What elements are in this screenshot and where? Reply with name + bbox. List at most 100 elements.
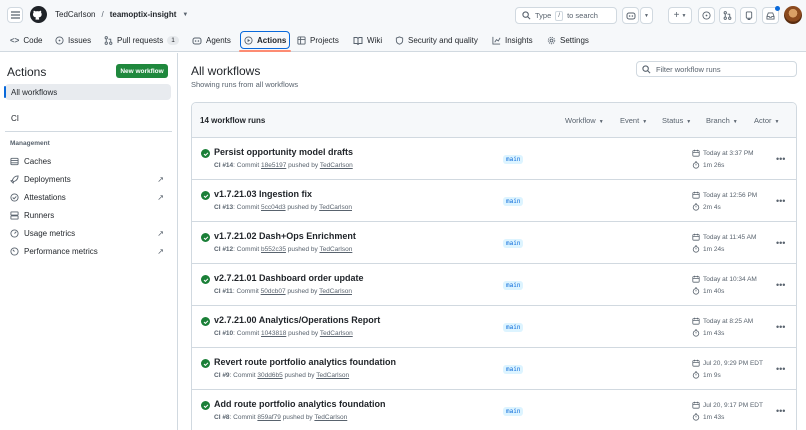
sidebar-item-attestations[interactable]: Attestations ↗	[10, 191, 166, 203]
commit-label: Commit	[236, 204, 260, 211]
global-search-input[interactable]: Type / to search	[515, 7, 617, 24]
external-link-icon: ↗	[157, 192, 164, 202]
actor-link[interactable]: TedCarlson	[319, 288, 352, 295]
status-filter-dropdown[interactable]: Status ▼	[662, 116, 691, 125]
run-title[interactable]: v1.7.21.03 Ingestion fix	[214, 189, 312, 199]
actor-link[interactable]: TedCarlson	[320, 330, 353, 337]
run-title[interactable]: v1.7.21.02 Dash+Ops Enrichment	[214, 231, 356, 241]
kebab-menu-icon[interactable]: •••	[776, 154, 785, 164]
branch-badge[interactable]: main	[503, 197, 524, 206]
run-meta: CI #8: Commit 859af79 pushed by TedCarls…	[214, 414, 348, 421]
commit-link[interactable]: 18e5197	[261, 162, 286, 169]
kebab-menu-icon[interactable]: •••	[776, 196, 785, 206]
kebab-menu-icon[interactable]: •••	[776, 322, 785, 332]
play-icon	[244, 35, 253, 45]
run-duration: 1m 9s	[692, 371, 721, 379]
run-number: #9	[222, 372, 230, 379]
branch-badge[interactable]: main	[503, 407, 524, 416]
tab-wiki[interactable]: Wiki	[350, 31, 385, 49]
tab-settings[interactable]: Settings	[544, 31, 592, 49]
run-duration: 1m 24s	[692, 245, 724, 253]
branch-badge[interactable]: main	[503, 323, 524, 332]
table-row[interactable]: Persist opportunity model drafts CI #14:…	[192, 138, 796, 180]
breadcrumb-owner[interactable]: TedCarlson	[55, 10, 95, 19]
filter-workflow-runs-input[interactable]: Filter workflow runs	[636, 61, 797, 77]
actor-link[interactable]: TedCarlson	[316, 372, 349, 379]
meter-icon	[10, 228, 19, 238]
tab-pull-requests[interactable]: Pull requests 1	[101, 31, 182, 49]
tab-insights[interactable]: Insights	[489, 31, 536, 49]
tab-agents[interactable]: Agents	[189, 31, 234, 49]
workflow-filter-dropdown[interactable]: Workflow ▼	[565, 116, 604, 125]
sidebar-item-label: Usage metrics	[24, 228, 76, 238]
kebab-menu-icon[interactable]: •••	[776, 280, 785, 290]
sidebar-item-usage-metrics[interactable]: Usage metrics ↗	[10, 227, 166, 239]
kebab-menu-icon[interactable]: •••	[776, 364, 785, 374]
table-row[interactable]: v1.7.21.02 Dash+Ops Enrichment CI #12: C…	[192, 222, 796, 264]
tab-label: Issues	[68, 35, 92, 45]
branch-badge[interactable]: main	[503, 239, 524, 248]
branch-badge[interactable]: main	[503, 281, 524, 290]
pull-request-count-badge: 1	[167, 35, 179, 45]
tab-actions[interactable]: Actions	[238, 31, 292, 52]
create-new-button[interactable]: + ▼	[668, 7, 692, 24]
search-prefix: Type	[535, 11, 552, 20]
pull-requests-button[interactable]	[719, 7, 736, 24]
actor-link[interactable]: TedCarlson	[314, 414, 347, 421]
kebab-menu-icon[interactable]: •••	[776, 238, 785, 248]
sidebar-item-all-workflows[interactable]: All workflows	[4, 84, 171, 100]
copilot-menu-button[interactable]: ▼	[640, 7, 653, 24]
commit-link[interactable]: 50dcb07	[261, 288, 286, 295]
actor-link[interactable]: TedCarlson	[320, 162, 353, 169]
sidebar-item-deployments[interactable]: Deployments ↗	[10, 173, 166, 185]
branch-badge[interactable]: main	[503, 365, 524, 374]
event-filter-dropdown[interactable]: Event ▼	[620, 116, 647, 125]
sidebar-item-runners[interactable]: Runners	[10, 209, 166, 221]
table-row[interactable]: v1.7.21.03 Ingestion fix CI #13: Commit …	[192, 180, 796, 222]
stopwatch-icon	[692, 413, 700, 421]
actor-link[interactable]: TedCarlson	[319, 204, 352, 211]
commit-link[interactable]: 1043818	[261, 330, 286, 337]
table-row[interactable]: v2.7.21.01 Dashboard order update CI #11…	[192, 264, 796, 306]
commit-link[interactable]: 859af79	[257, 414, 281, 421]
table-row[interactable]: Add route portfolio analytics foundation…	[192, 390, 796, 430]
run-title[interactable]: Revert route portfolio analytics foundat…	[214, 357, 396, 367]
chevron-down-icon[interactable]: ▼	[182, 12, 188, 18]
sidebar-item-performance-metrics[interactable]: Performance metrics ↗	[10, 245, 166, 257]
branch-filter-dropdown[interactable]: Branch ▼	[706, 116, 738, 125]
sidebar-item-caches[interactable]: Caches	[10, 155, 166, 167]
calendar-icon	[692, 401, 700, 409]
run-title[interactable]: v2.7.21.01 Dashboard order update	[214, 273, 364, 283]
workflow-name: CI	[214, 414, 221, 421]
inbox-icon	[766, 11, 775, 20]
issues-button[interactable]	[698, 7, 715, 24]
repositories-button[interactable]	[740, 7, 757, 24]
breadcrumb-repo[interactable]: teamoptix-insight	[110, 10, 177, 19]
run-title[interactable]: Persist opportunity model drafts	[214, 147, 353, 157]
commit-link[interactable]: 5cc04d3	[261, 204, 286, 211]
table-row[interactable]: Revert route portfolio analytics foundat…	[192, 348, 796, 390]
check-circle-icon	[201, 317, 210, 326]
actor-filter-dropdown[interactable]: Actor ▼	[754, 116, 779, 125]
github-logo-icon[interactable]	[30, 6, 47, 23]
table-row[interactable]: v2.7.21.00 Analytics/Operations Report C…	[192, 306, 796, 348]
run-title[interactable]: v2.7.21.00 Analytics/Operations Report	[214, 315, 380, 325]
actor-link[interactable]: TedCarlson	[319, 246, 352, 253]
branch-badge[interactable]: main	[503, 155, 524, 164]
tab-security-and-quality[interactable]: Security and quality	[392, 31, 481, 49]
commit-link[interactable]: 30dd6b5	[257, 372, 282, 379]
tab-projects[interactable]: Projects	[294, 31, 342, 49]
copilot-button[interactable]	[622, 7, 639, 24]
tab-code[interactable]: <> Code	[7, 31, 45, 49]
commit-link[interactable]: b552c35	[261, 246, 286, 253]
pulse-icon	[10, 246, 19, 256]
external-link-icon: ↗	[157, 246, 164, 256]
menu-button[interactable]	[7, 7, 23, 23]
kebab-menu-icon[interactable]: •••	[776, 406, 785, 416]
chevron-down-icon: ▼	[686, 119, 692, 125]
new-workflow-button[interactable]: New workflow	[116, 64, 168, 78]
tab-issues[interactable]: Issues	[52, 31, 94, 49]
avatar[interactable]	[784, 6, 802, 24]
run-title[interactable]: Add route portfolio analytics foundation	[214, 399, 386, 409]
sidebar-item-ci[interactable]: CI	[11, 114, 19, 123]
